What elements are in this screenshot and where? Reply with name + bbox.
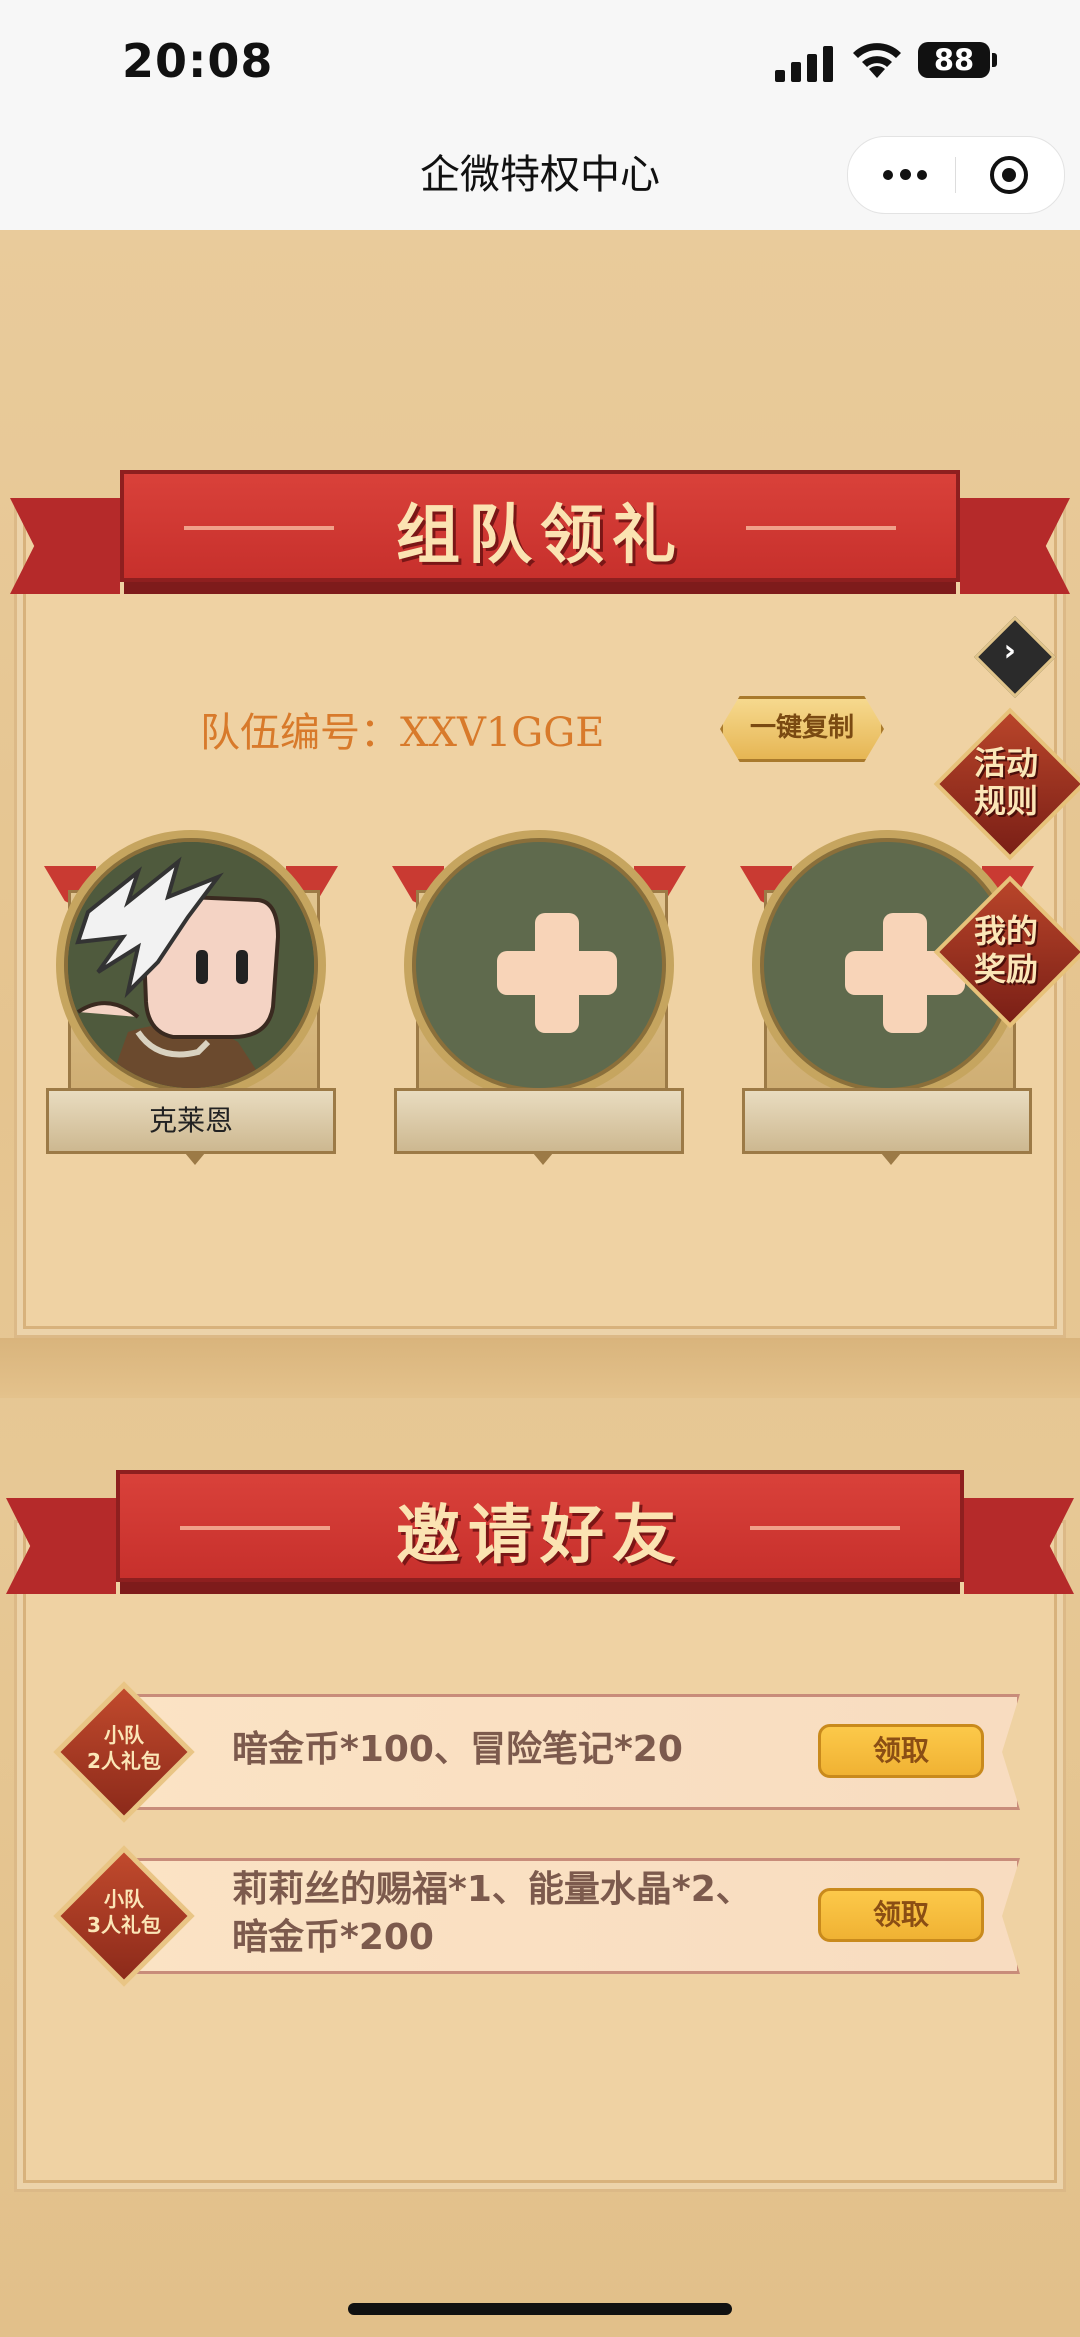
member-name-plate: [742, 1088, 1032, 1165]
empty-slot-circle: [404, 830, 674, 1100]
badge-line-2: 3人礼包: [87, 1913, 161, 1937]
badge-line-1: 小队: [104, 1887, 144, 1911]
my-rewards-button[interactable]: 我的 奖励: [933, 875, 1080, 1029]
reward-badge-label: 小队 3人礼包: [62, 1886, 186, 1938]
copy-team-number-button[interactable]: 一键复制: [720, 696, 884, 762]
team-banner: 组队领礼: [10, 470, 1070, 610]
plus-icon: [497, 951, 617, 995]
reward-description-line-1: 莉莉丝的赐福*1、能量水晶*2、: [232, 1869, 752, 1910]
team-banner-title: 组队领礼: [396, 499, 684, 573]
reward-description: 暗金币*100、冒险笔记*20: [232, 1729, 683, 1770]
battery-tip: [992, 53, 997, 67]
invite-banner-title: 邀请好友: [396, 1499, 684, 1573]
badge-line-2: 2人礼包: [87, 1749, 161, 1773]
invite-banner: 邀请好友: [6, 1470, 1074, 1610]
activity-rules-button[interactable]: 活动 规则: [933, 707, 1080, 861]
reward-row-3-member: 小队 3人礼包 莉莉丝的赐福*1、能量水晶*2、 暗金币*200 领取: [53, 1845, 1020, 1987]
activity-rules-label: 活动 规则: [973, 744, 1038, 820]
capsule-divider: [955, 157, 956, 193]
claim-button[interactable]: 领取: [818, 1724, 984, 1778]
miniprogram-capsule: [847, 136, 1065, 214]
reward-description: 莉莉丝的赐福*1、能量水晶*2、 暗金币*200: [232, 1866, 752, 1962]
close-miniprogram-icon[interactable]: [988, 154, 1030, 196]
cellular-signal-icon: [775, 46, 835, 82]
team-number-label: 队伍编号：: [200, 710, 400, 756]
team-number-value: XXV1GGE: [400, 710, 605, 756]
chevron-right-icon: ›: [1003, 633, 1017, 669]
reward-description-line-2: 暗金币*200: [232, 1917, 434, 1958]
team-number: 队伍编号：XXV1GGE: [200, 700, 604, 758]
member-name-plate: [394, 1088, 684, 1165]
character-avatar-icon: [68, 842, 314, 1088]
reward-badge-label: 小队 2人礼包: [62, 1722, 186, 1774]
team-member-slot-2[interactable]: [392, 830, 686, 1170]
more-icon[interactable]: [875, 137, 935, 213]
battery-icon: 88: [918, 42, 990, 78]
battery-level: 88: [933, 43, 975, 77]
status-time: 20:08: [122, 34, 274, 88]
team-member-slot-1[interactable]: 克莱恩: [44, 830, 338, 1170]
badge-line-1: 小队: [104, 1723, 144, 1747]
reward-row-2-member: 小队 2人礼包 暗金币*100、冒险笔记*20 领取: [53, 1681, 1020, 1823]
section-divider: [0, 1338, 1080, 1398]
home-indicator: [348, 2303, 732, 2315]
avatar: [68, 842, 314, 1088]
wifi-icon: [853, 43, 901, 78]
my-rewards-label: 我的 奖励: [973, 912, 1038, 988]
status-bar: 20:08 88: [0, 0, 1080, 130]
member-name-plate: 克莱恩: [46, 1088, 336, 1165]
claim-button[interactable]: 领取: [818, 1888, 984, 1942]
